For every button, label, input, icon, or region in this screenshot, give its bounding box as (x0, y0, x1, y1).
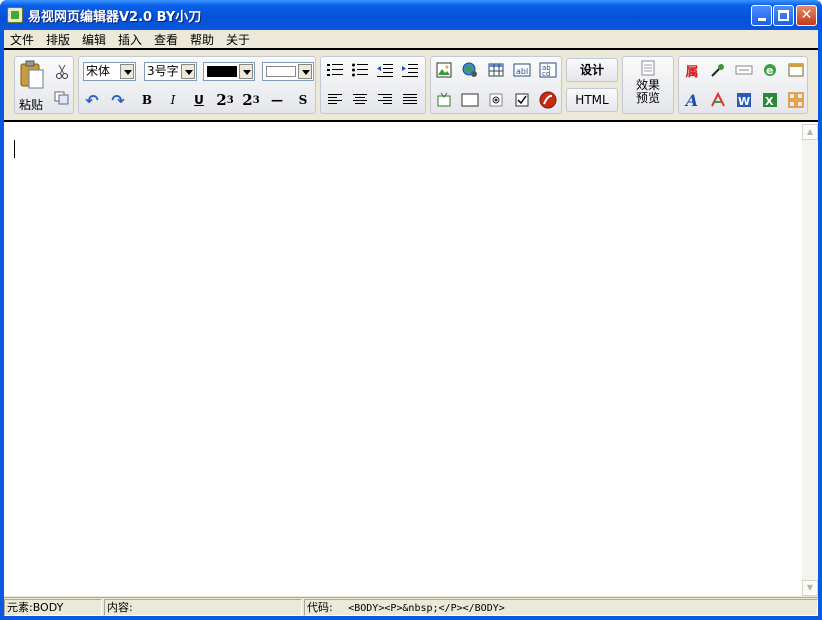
radio-icon[interactable] (484, 88, 508, 112)
chevron-down-icon (120, 64, 134, 79)
menu-bar: 文件 排版 编辑 插入 查看 帮助 关于 (4, 30, 818, 50)
excel-icon[interactable]: X (758, 88, 782, 112)
menu-layout[interactable]: 排版 (43, 32, 73, 48)
subscript-sub: 3 (252, 94, 260, 106)
outdent-icon[interactable] (373, 58, 397, 82)
close-icon: ✕ (800, 7, 813, 23)
svg-text:cd: cd (542, 70, 550, 78)
ie-icon[interactable]: e (758, 58, 782, 82)
svg-text:X: X (765, 95, 774, 108)
menu-view[interactable]: 查看 (151, 32, 181, 48)
menu-file[interactable]: 文件 (7, 32, 37, 48)
word-icon[interactable]: W (732, 88, 756, 112)
align-center-icon[interactable] (348, 88, 372, 112)
client-area: 文件 排版 编辑 插入 查看 帮助 关于 粘贴 宋体 3号字 ↶ ↷ B I U… (4, 30, 818, 616)
unordered-list-icon[interactable] (348, 58, 372, 82)
align-right-icon[interactable] (373, 88, 397, 112)
ordered-list-icon[interactable] (323, 58, 347, 82)
design-mode-button[interactable]: 设计 (566, 58, 618, 82)
properties-icon[interactable]: 属 (680, 58, 704, 82)
font-size-value: 3号字 (147, 64, 179, 78)
back-color-swatch (266, 66, 296, 77)
status-content: 内容: (104, 599, 302, 616)
link-globe-icon[interactable] (458, 58, 482, 82)
table-icon[interactable] (484, 58, 508, 82)
eyedropper-icon[interactable] (706, 58, 730, 82)
textfield-icon[interactable]: abl (510, 58, 534, 82)
font-name-select[interactable]: 宋体 (83, 62, 136, 81)
text-caret (14, 140, 15, 158)
close-button[interactable]: ✕ (796, 5, 817, 26)
app-icon (7, 7, 23, 23)
status-code-value: <BODY><P>&nbsp;</P></BODY> (348, 603, 505, 614)
maximize-button[interactable] (773, 5, 794, 26)
app-window: 易视网页编辑器V2.0 BY小刀 ✕ 文件 排版 编辑 插入 查看 帮助 关于 … (0, 0, 822, 620)
bold-button[interactable]: B (135, 88, 159, 112)
preview-label-2: 预览 (635, 91, 660, 105)
scroll-down-icon[interactable]: ▼ (802, 580, 818, 596)
paste-label[interactable]: 粘贴 (19, 96, 43, 113)
preview-button[interactable]: 效果 预览 (622, 56, 674, 114)
status-code-label: 代码: (307, 601, 333, 614)
cut-icon[interactable] (50, 60, 74, 84)
fore-color-swatch (207, 66, 237, 77)
window-icon[interactable] (784, 58, 808, 82)
menu-help[interactable]: 帮助 (187, 32, 217, 48)
superscript-button[interactable]: 23 (213, 88, 237, 112)
paste-icon[interactable] (16, 58, 48, 92)
flash-icon[interactable] (536, 88, 560, 112)
svg-text:e: e (766, 64, 773, 77)
chevron-down-icon (181, 64, 195, 79)
underline-button[interactable]: U (187, 88, 211, 112)
editor-area[interactable]: ▲ ▼ (4, 120, 818, 596)
layout-blocks-icon[interactable] (784, 88, 808, 112)
strike-button[interactable]: S (291, 88, 315, 112)
scroll-up-icon[interactable]: ▲ (802, 124, 818, 140)
superscript-exp: 3 (226, 94, 234, 106)
menu-edit[interactable]: 编辑 (79, 32, 109, 48)
horizontal-rule-button[interactable]: — (265, 88, 289, 112)
textarea-icon[interactable]: ab cd (536, 58, 560, 82)
copy-icon[interactable] (50, 86, 74, 110)
maximize-icon (778, 10, 789, 21)
minimize-button[interactable] (751, 5, 772, 26)
chevron-down-icon (239, 64, 253, 79)
menu-insert[interactable]: 插入 (115, 32, 145, 48)
align-left-icon[interactable] (323, 88, 347, 112)
color-text-icon[interactable] (706, 88, 730, 112)
superscript-base: 2 (216, 91, 227, 109)
fore-color-select[interactable] (203, 62, 255, 81)
title-bar[interactable]: 易视网页编辑器V2.0 BY小刀 ✕ (0, 0, 822, 30)
font-style-icon[interactable]: A (680, 88, 704, 112)
back-color-select[interactable] (262, 62, 314, 81)
align-justify-icon[interactable] (398, 88, 422, 112)
font-name-value: 宋体 (86, 64, 111, 78)
button-element-icon[interactable] (458, 88, 482, 112)
status-bar: 元素:BODY 内容: 代码: <BODY><P>&nbsp;</P></BOD… (4, 597, 818, 616)
window-title: 易视网页编辑器V2.0 BY小刀 (28, 10, 202, 25)
undo-icon[interactable]: ↶ (80, 88, 104, 112)
redo-icon[interactable]: ↷ (106, 88, 130, 112)
subscript-button[interactable]: 23 (239, 88, 263, 112)
checkbox-icon[interactable] (510, 88, 534, 112)
toolbar: 粘贴 宋体 3号字 ↶ ↷ B I U 23 23 — S abl ab cd … (4, 52, 818, 118)
image-icon[interactable] (432, 58, 456, 82)
chevron-down-icon (298, 64, 312, 79)
svg-text:W: W (738, 95, 750, 108)
indent-icon[interactable] (398, 58, 422, 82)
vertical-scrollbar[interactable]: ▲ ▼ (802, 124, 818, 596)
status-code: 代码: <BODY><P>&nbsp;</P></BODY> (304, 599, 818, 616)
form-icon[interactable] (432, 88, 456, 112)
menu-about[interactable]: 关于 (223, 32, 253, 48)
marquee-icon[interactable] (732, 58, 756, 82)
italic-button[interactable]: I (161, 88, 185, 112)
document-icon (641, 60, 655, 76)
subscript-base: 2 (242, 91, 253, 109)
status-element: 元素:BODY (4, 599, 102, 616)
html-mode-button[interactable]: HTML (566, 88, 618, 112)
minimize-icon (757, 18, 766, 21)
font-size-select[interactable]: 3号字 (144, 62, 197, 81)
svg-text:abl: abl (516, 67, 528, 76)
